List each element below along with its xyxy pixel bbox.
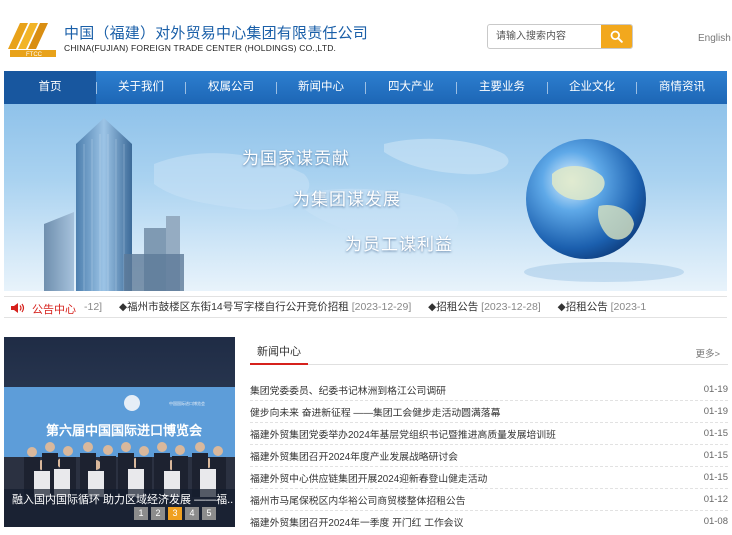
nav-item-market-info[interactable]: 商情资讯: [637, 71, 727, 104]
news-title[interactable]: 福建外贸集团召开2024年度产业发展战略研讨会: [250, 449, 670, 463]
more-news-link[interactable]: 更多>: [695, 346, 720, 360]
news-title[interactable]: 健步向未来 奋进新征程 ——集团工会健步走活动圆满落幕: [250, 405, 670, 419]
search-input[interactable]: [488, 25, 603, 48]
slide-page-3[interactable]: 3: [168, 507, 182, 520]
search-box: [487, 24, 633, 49]
banner-slogan-1: 为国家谋贡献: [242, 149, 350, 169]
nav-item-news[interactable]: 新闻中心: [277, 71, 365, 104]
site-header: FTCC 中国（福建）对外贸易中心集团有限责任公司 CHINA(FUJIAN) …: [0, 0, 732, 70]
news-title[interactable]: 福建外贸集团党委举办2024年基层党组织书记暨推进高质量发展培训班: [250, 427, 670, 441]
news-date: 01-15: [703, 450, 728, 461]
nav-item-home[interactable]: 首页: [4, 71, 96, 104]
news-slideshow[interactable]: 第六届中国国际进口博览会 中国国际进口博览会 融入国内国际循环 助力区域经济发展…: [4, 337, 235, 527]
main-nav: 首页 关于我们 权属公司 新闻中心 四大产业 主要业务 企业文化 商情资讯: [4, 71, 727, 104]
slide-page-5[interactable]: 5: [202, 507, 216, 520]
banner-slogan-3: 为员工谋利益: [345, 235, 453, 255]
notice-center-label[interactable]: 公告中心: [32, 301, 76, 317]
news-date: 01-15: [703, 428, 728, 439]
nav-item-business[interactable]: 主要业务: [457, 71, 547, 104]
notice-ticker: -12] ◆福州市鼓楼区东街14号写字楼自行公开竞价招租 [2023-12-29…: [84, 297, 727, 317]
news-row[interactable]: 集团党委委员、纪委书记林洲到格江公司调研 01-19: [250, 379, 728, 401]
speaker-icon: [11, 303, 25, 313]
news-title[interactable]: 福建外贸中心供应链集团开展2024迎新春登山健走活动: [250, 471, 670, 485]
news-title[interactable]: 福建外贸集团召开2024年一季度 开门红 工作会议: [250, 515, 670, 529]
nav-item-subsidiaries[interactable]: 权属公司: [186, 71, 276, 104]
nav-item-culture[interactable]: 企业文化: [548, 71, 636, 104]
news-panel: 新闻中心 更多> 集团党委委员、纪委书记林洲到格江公司调研 01-19 健步向未…: [250, 340, 728, 530]
photo-sign-small-text: 中国国际进口博览会: [169, 400, 205, 406]
slide-page-4[interactable]: 4: [185, 507, 199, 520]
search-button[interactable]: [601, 25, 632, 48]
banner-slogan-2: 为集团谋发展: [293, 190, 401, 210]
tab-news-center[interactable]: 新闻中心: [250, 340, 308, 365]
news-date: 01-19: [703, 406, 728, 417]
news-row[interactable]: 健步向未来 奋进新征程 ——集团工会健步走活动圆满落幕 01-19: [250, 401, 728, 423]
nav-item-industries[interactable]: 四大产业: [366, 71, 456, 104]
news-title[interactable]: 福州市马尾保税区内华裕公司商贸楼整体招租公告: [250, 493, 670, 507]
company-name-cn: 中国（福建）对外贸易中心集团有限责任公司: [64, 25, 369, 42]
news-date: 01-08: [703, 516, 728, 527]
news-panel-header: 新闻中心 更多>: [250, 340, 728, 365]
news-date: 01-19: [703, 384, 728, 395]
news-row[interactable]: 福建外贸中心供应链集团开展2024迎新春登山健走活动 01-15: [250, 467, 728, 489]
slide-caption[interactable]: 融入国内国际循环 助力区域经济发展 ——福...: [12, 491, 234, 507]
news-row[interactable]: 福州市马尾保税区内华裕公司商贸楼整体招租公告 01-12: [250, 489, 728, 511]
photo-sign-text: 第六届中国国际进口博览会: [46, 423, 203, 439]
nav-item-about[interactable]: 关于我们: [97, 71, 185, 104]
search-icon: [610, 30, 623, 43]
news-row[interactable]: 福建外贸集团召开2024年度产业发展战略研讨会 01-15: [250, 445, 728, 467]
news-date: 01-12: [703, 494, 728, 505]
english-link[interactable]: English: [698, 33, 731, 44]
company-logo-icon[interactable]: FTCC: [6, 19, 58, 59]
notice-item[interactable]: ◆福州市鼓楼区东街14号写字楼自行公开竞价招租 [2023-12-29]: [119, 297, 411, 317]
company-name-en: CHINA(FUJIAN) FOREIGN TRADE CENTER (HOLD…: [64, 43, 337, 53]
news-title[interactable]: 集团党委委员、纪委书记林洲到格江公司调研: [250, 383, 670, 397]
news-date: 01-15: [703, 472, 728, 483]
svg-text:FTCC: FTCC: [26, 52, 43, 58]
slide-pager: 1 2 3 4 5: [134, 507, 216, 520]
slide-page-1[interactable]: 1: [134, 507, 148, 520]
news-row[interactable]: 福建外贸集团党委举办2024年基层党组织书记暨推进高质量发展培训班 01-15: [250, 423, 728, 445]
hero-banner[interactable]: 为国家谋贡献 为集团谋发展 为员工谋利益: [4, 104, 727, 291]
news-row[interactable]: 福建外贸集团召开2024年一季度 开门红 工作会议 01-08: [250, 511, 728, 533]
notice-item[interactable]: ◆招租公告 [2023-1: [558, 297, 647, 317]
slide-page-2[interactable]: 2: [151, 507, 165, 520]
notice-fragment: -12]: [84, 301, 103, 313]
notice-item[interactable]: ◆招租公告 [2023-12-28]: [428, 297, 541, 317]
notice-bar: 公告中心 -12] ◆福州市鼓楼区东街14号写字楼自行公开竞价招租 [2023-…: [4, 296, 727, 318]
